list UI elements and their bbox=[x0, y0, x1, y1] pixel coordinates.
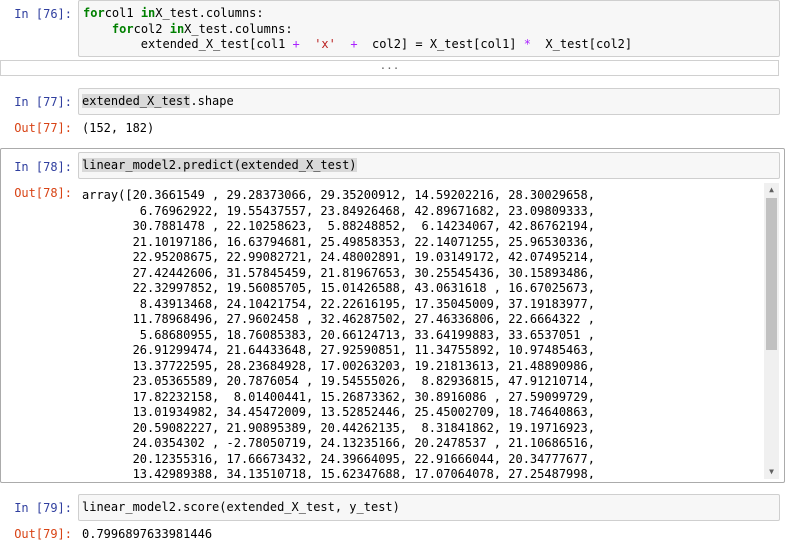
code-token: col2 bbox=[133, 21, 170, 36]
code-line: forcol1 inX_test.columns: bbox=[83, 6, 632, 22]
output-line: 26.91299474, 21.64433648, 27.92590851, 1… bbox=[82, 343, 595, 357]
output-line: 13.01934982, 34.45472009, 13.52852446, 2… bbox=[82, 405, 595, 419]
scrollbar-thumb[interactable] bbox=[766, 198, 777, 350]
scrollable-output[interactable]: array([20.3661549 , 29.28373066, 29.3520… bbox=[78, 183, 780, 479]
output-line: 13.42989388, 34.13510718, 15.62347688, 1… bbox=[82, 467, 595, 479]
output-line: 17.82232158, 8.01400441, 15.26873362, 30… bbox=[82, 389, 595, 404]
output-line: 6.76962922, 19.55437557, 23.84926468, 42… bbox=[82, 203, 595, 218]
output-prompt: Out[79]: bbox=[14, 527, 72, 541]
code-token: X_test.columns: bbox=[155, 6, 264, 20]
code-token: for bbox=[83, 6, 105, 20]
code-token: col2] = X_test[col1] bbox=[357, 37, 524, 51]
code-token: 'x' bbox=[314, 37, 336, 51]
code-token: + bbox=[292, 37, 300, 51]
output-array-text: array([20.3661549 , 29.28373066, 29.3520… bbox=[82, 188, 595, 479]
code-line: forcol2 inX_test.columns: bbox=[83, 22, 632, 38]
output-text: 0.7996897633981446 bbox=[82, 527, 213, 541]
collapsed-indicator: ... bbox=[379, 59, 400, 72]
code-editor[interactable]: extended_X_test.shape bbox=[78, 88, 780, 115]
output-line: 8.43913468, 24.10421754, 22.22616195, 17… bbox=[82, 296, 595, 311]
output-prompt: Out[78]: bbox=[14, 186, 72, 200]
output-line: 20.12355316, 17.66673432, 24.39664095, 2… bbox=[82, 451, 595, 466]
output-line: 20.59082227, 21.90895389, 20.44262135, 8… bbox=[82, 420, 595, 435]
collapsed-output-bar[interactable]: ... bbox=[0, 59, 779, 76]
code-text: linear_model2.score(extended_X_test, y_t… bbox=[82, 500, 400, 514]
code-token: for bbox=[111, 21, 134, 36]
code-cell-79[interactable]: In [79]: linear_model2.score(extended_X_… bbox=[0, 494, 795, 549]
code-cell-77[interactable]: In [77]: extended_X_test.shape Out[77]: … bbox=[0, 88, 795, 140]
code-token: in bbox=[169, 21, 185, 36]
input-prompt: In [77]: bbox=[14, 95, 72, 109]
code-token: * bbox=[523, 37, 531, 51]
scroll-down-arrow-icon[interactable]: ▼ bbox=[764, 465, 779, 479]
input-prompt: In [79]: bbox=[14, 501, 72, 515]
code-token: in bbox=[140, 6, 156, 20]
output-line: 21.10197186, 16.63794681, 25.49858353, 2… bbox=[82, 234, 595, 249]
code-token: X_test[col2] bbox=[530, 37, 633, 51]
code-line: linear_model2.predict(extended_X_test) bbox=[82, 158, 357, 174]
output-line: 11.78968496, 27.9602458 , 32.46287502, 2… bbox=[82, 312, 595, 326]
code-line: extended_X_test[col1 + 'x' + col2] = X_t… bbox=[83, 37, 632, 53]
output-line: 27.42442606, 31.57845459, 21.81967653, 3… bbox=[82, 265, 595, 280]
output-prompt: Out[77]: bbox=[14, 121, 72, 135]
input-prompt: In [76]: bbox=[14, 7, 72, 21]
code-editor[interactable]: linear_model2.score(extended_X_test, y_t… bbox=[78, 494, 780, 521]
code-token: + bbox=[350, 37, 358, 51]
code-suffix: .shape bbox=[190, 94, 234, 108]
output-line: 23.05365589, 20.7876054 , 19.54555026, 8… bbox=[82, 374, 595, 388]
output-scrollbar[interactable]: ▲ ▼ bbox=[764, 183, 779, 479]
code-token: col1 bbox=[104, 6, 141, 20]
code-editor[interactable]: forcol1 inX_test.columns: forcol2 inX_te… bbox=[78, 0, 780, 57]
code-line: extended_X_test.shape bbox=[82, 94, 234, 110]
output-text: (152, 182) bbox=[82, 121, 155, 135]
output-line: array([20.3661549 , 29.28373066, 29.3520… bbox=[82, 188, 595, 202]
output-line: 22.32997852, 19.56085705, 15.01426588, 4… bbox=[82, 281, 595, 295]
code-token: X_test.columns: bbox=[184, 21, 293, 36]
output-line: 24.0354302 , -2.78050719, 24.13235166, 2… bbox=[82, 436, 595, 450]
output-line: 5.68680955, 18.76085383, 20.66124713, 33… bbox=[82, 327, 595, 342]
code-block: forcol1 inX_test.columns: forcol2 inX_te… bbox=[83, 6, 632, 53]
code-text: linear_model2.predict(extended_X_test) bbox=[82, 158, 357, 172]
scroll-up-arrow-icon[interactable]: ▲ bbox=[764, 183, 779, 197]
output-line: 13.37722595, 28.23684928, 17.00263203, 1… bbox=[82, 358, 595, 373]
input-prompt: In [78]: bbox=[14, 160, 72, 174]
selected-text: extended_X_test bbox=[82, 94, 191, 108]
code-cell-76[interactable]: In [76]: forcol1 inX_test.columns: forco… bbox=[0, 0, 795, 82]
output-line: 30.7881478 , 22.10258623, 5.88248852, 6.… bbox=[82, 219, 595, 233]
code-token: extended_X_test[col1 bbox=[83, 37, 293, 51]
code-editor[interactable]: linear_model2.predict(extended_X_test) bbox=[78, 152, 780, 179]
output-line: 22.95208675, 22.99082721, 24.48002891, 1… bbox=[82, 250, 595, 264]
